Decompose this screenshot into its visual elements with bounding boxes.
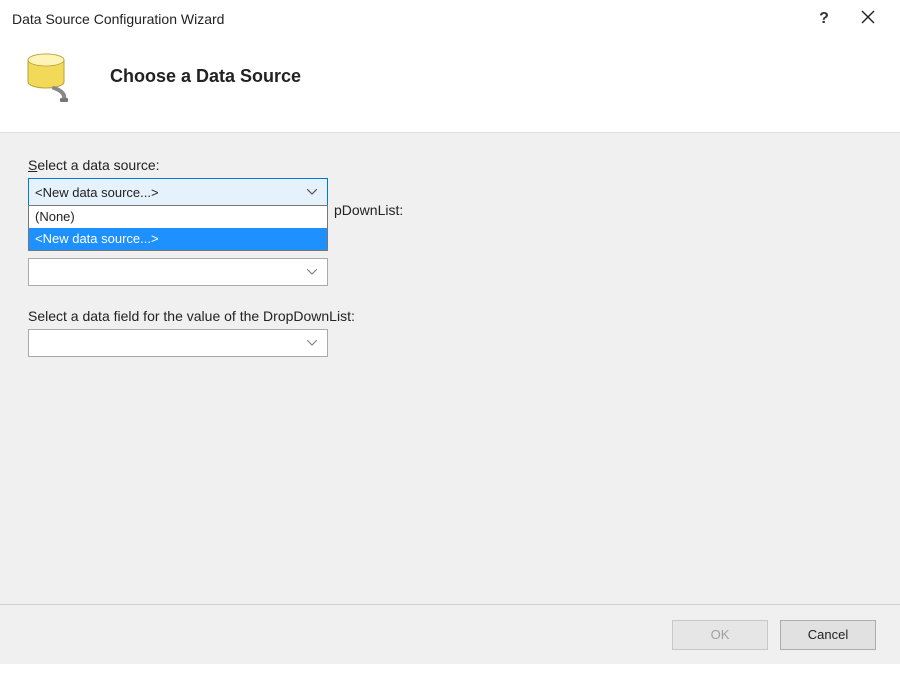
chevron-down-icon	[303, 269, 321, 275]
title-bar: Data Source Configuration Wizard ?	[0, 0, 900, 38]
data-source-icon	[24, 48, 80, 104]
ok-button: OK	[672, 620, 768, 650]
display-field-dropdown[interactable]	[28, 258, 328, 286]
chevron-down-icon	[303, 340, 321, 346]
data-source-option-new[interactable]: <New data source...>	[29, 228, 327, 250]
wizard-heading: Choose a Data Source	[110, 66, 301, 87]
wizard-footer: OK Cancel	[0, 604, 900, 664]
wizard-body: Select a data source: <New data source..…	[0, 132, 900, 664]
data-source-selected-text: <New data source...>	[35, 185, 303, 200]
data-source-dropdown-list: (None) <New data source...>	[28, 205, 328, 251]
value-field-label: Select a data field for the value of the…	[28, 308, 872, 324]
select-data-source-label: Select a data source:	[28, 157, 872, 173]
close-icon	[861, 10, 875, 29]
value-field-dropdown[interactable]	[28, 329, 328, 357]
help-button[interactable]: ?	[802, 4, 846, 34]
data-source-option-none[interactable]: (None)	[29, 206, 327, 228]
cancel-button[interactable]: Cancel	[780, 620, 876, 650]
chevron-down-icon	[303, 189, 321, 195]
help-icon: ?	[819, 10, 829, 28]
wizard-header: Choose a Data Source	[0, 38, 900, 132]
window-title: Data Source Configuration Wizard	[12, 11, 802, 27]
display-field-label-fragment: pDownList:	[334, 202, 403, 218]
close-button[interactable]	[846, 4, 890, 34]
data-source-dropdown[interactable]: <New data source...>	[28, 178, 328, 206]
